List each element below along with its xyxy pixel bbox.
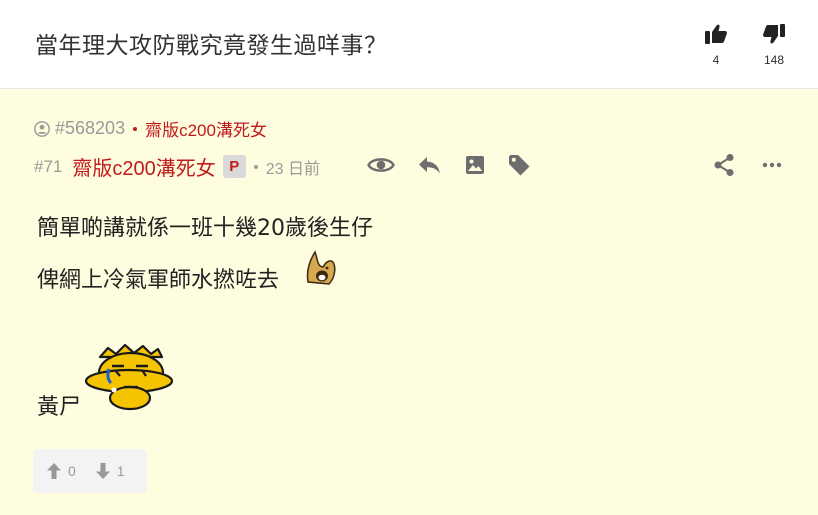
share-button[interactable]	[709, 152, 739, 178]
downvote-button[interactable]: 1	[95, 463, 125, 479]
upvote-button[interactable]: 0	[47, 463, 76, 479]
post-time: 23 日前	[265, 160, 320, 178]
thread-id[interactable]: #568203	[55, 118, 125, 139]
thread-header: 當年理大攻防戰究竟發生過咩事？ 4 148	[0, 0, 818, 89]
tag-button[interactable]	[504, 152, 534, 178]
eye-icon	[367, 158, 395, 172]
post-text-line: 黃尸	[37, 395, 82, 420]
thread-dislike-button[interactable]: 148	[754, 22, 794, 67]
thread-author[interactable]: 齋版c200溝死女	[145, 116, 267, 141]
share-icon	[714, 154, 734, 176]
author-badge: P	[222, 155, 246, 178]
more-icon	[762, 162, 782, 168]
post-author[interactable]: 齋版c200溝死女	[72, 152, 215, 181]
thread-like-count: 4	[712, 53, 720, 67]
post-text-line: 簡單啲講就係一班十幾20歲後生仔	[37, 216, 373, 241]
separator-dot	[253, 164, 258, 169]
post-floor: #71	[34, 156, 63, 176]
arrow-up-icon	[47, 463, 61, 479]
thumb-down-icon	[763, 24, 785, 44]
post-header: #71 齋版c200溝死女 P 23 日前	[34, 152, 794, 181]
post-vote-bar: 0 1	[33, 449, 147, 493]
yellow-face-emoji-icon	[84, 343, 174, 411]
image-button[interactable]	[460, 152, 490, 178]
reply-icon	[419, 157, 440, 174]
more-options-button[interactable]	[757, 152, 787, 178]
tag-icon	[509, 155, 530, 176]
post-text-line: 俾網上冷氣軍師水撚咗去	[37, 268, 280, 293]
reply-button[interactable]	[414, 152, 444, 178]
upvote-count: 0	[68, 463, 76, 479]
separator-dot	[133, 126, 138, 131]
thumb-up-icon	[705, 24, 727, 44]
user-icon	[34, 120, 50, 137]
thread-like-button[interactable]: 4	[696, 22, 736, 67]
arrow-down-icon	[95, 463, 110, 479]
thread-meta: #568203 齋版c200溝死女	[34, 116, 267, 141]
downvote-count: 1	[116, 463, 125, 479]
image-icon	[466, 156, 484, 174]
shouting-emoji-icon	[306, 250, 336, 285]
thread-dislike-count: 148	[763, 53, 785, 67]
post: #568203 齋版c200溝死女 #71 齋版c200溝死女 P 23 日前	[0, 90, 818, 515]
view-only-button[interactable]	[366, 152, 396, 178]
thread-title: 當年理大攻防戰究竟發生過咩事？	[35, 33, 388, 59]
